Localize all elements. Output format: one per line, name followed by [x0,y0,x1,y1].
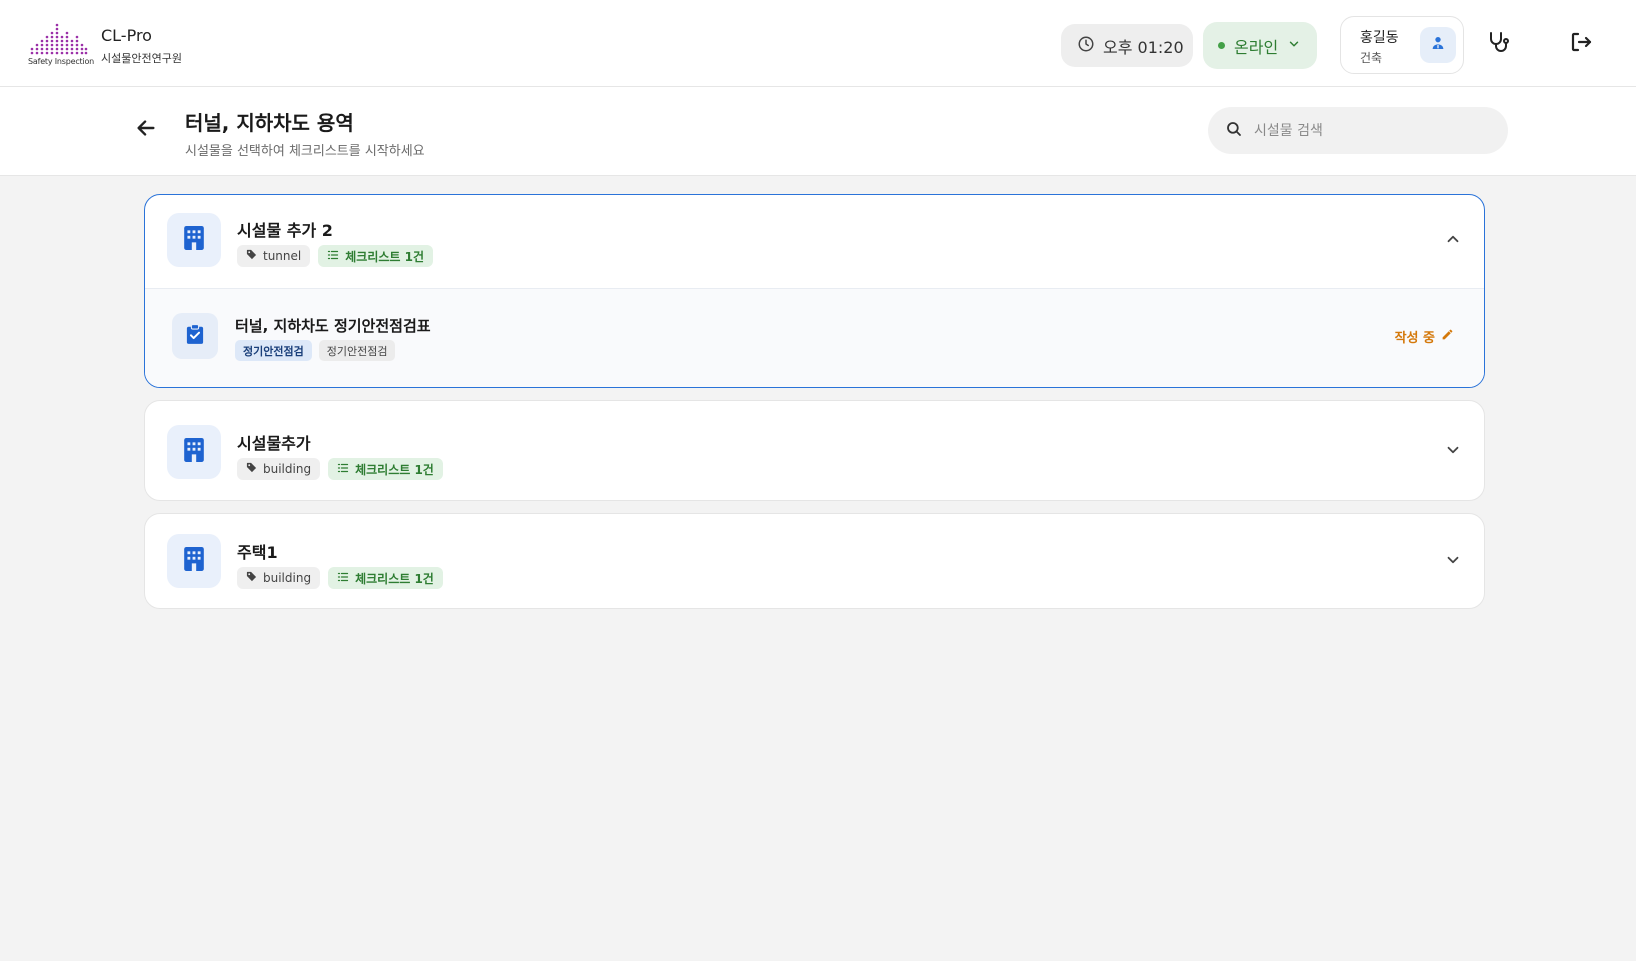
tag-icon [246,571,257,585]
collapse-toggle[interactable] [1440,228,1466,254]
chevron-down-icon [1444,441,1462,463]
org-name: 시설물안전연구원 [101,52,182,65]
top-bar: Safety Inspection CL-Pro 시설물안전연구원 오후 01:… [0,0,1636,87]
user-role: 건축 [1360,51,1383,65]
facility-icon-box [167,534,221,588]
building-icon [183,226,205,254]
logo-caption: Safety Inspection [28,57,95,66]
clipboard-check-icon [186,324,204,348]
chevron-up-icon [1444,230,1462,252]
logo-graphic [30,23,88,55]
status-text: 작성 중 [1394,331,1435,346]
chevron-down-icon [1444,551,1462,573]
facility-type-text: tunnel [263,249,302,263]
facility-tags: tunnel 체크리스트 1건 [237,245,434,267]
connection-status-dropdown[interactable]: 온라인 [1203,22,1317,69]
time-text: 오후 01:20 [1103,37,1184,57]
checklist-title: 터널, 지하차도 정기안전점검표 [235,317,431,335]
checklist-count-badge: 체크리스트 1건 [318,245,434,267]
pencil-icon [1441,328,1454,345]
page-subtitle: 시설물을 선택하여 체크리스트를 시작하세요 [185,144,425,159]
app-name: CL-Pro [101,26,152,45]
checklist-count-text: 체크리스트 1건 [355,462,434,477]
page-title: 터널, 지하차도 용역 [185,111,354,135]
checklist-tags: 정기안전점검 정기안전점검 [235,340,396,361]
checklist-status: 작성 중 [1395,327,1454,346]
facility-card: 주택1 building 체크리스트 1건 [144,513,1485,609]
facility-icon-box [167,425,221,479]
page-header: 터널, 지하차도 용역 시설물을 선택하여 체크리스트를 시작하세요 [0,87,1636,176]
app-logo[interactable]: Safety Inspection [28,22,95,68]
facility-card: 시설물추가 building 체크리스트 1건 [144,400,1485,501]
facility-name: 주택1 [237,543,278,562]
facility-card-header[interactable]: 시설물 추가 2 tunnel 체크리스트 1건 [145,195,1484,288]
clock-icon [1077,35,1095,57]
facility-tags: building 체크리스트 1건 [237,567,443,589]
chevron-down-icon [1287,36,1301,55]
checklist-count-badge: 체크리스트 1건 [328,567,443,589]
online-dot [1218,42,1225,49]
facility-card-header[interactable]: 주택1 building 체크리스트 1건 [145,514,1484,610]
expand-toggle[interactable] [1440,549,1466,575]
facility-name: 시설물 추가 2 [237,221,333,240]
facility-type-badge: tunnel [237,245,311,267]
facility-card: 시설물 추가 2 tunnel 체크리스트 1건 터널, 지하차도 정기안전점검… [144,194,1485,388]
tag-icon [246,249,257,263]
arrow-left-icon [135,117,157,143]
checklist-count-badge: 체크리스트 1건 [328,458,443,480]
user-icon [1430,35,1446,55]
expand-toggle[interactable] [1440,439,1466,465]
facility-type-badge: building [237,567,321,589]
facility-icon-box [167,213,221,267]
building-icon [183,438,205,466]
list-icon [327,249,339,264]
facility-tags: building 체크리스트 1건 [237,458,443,480]
user-name: 홍길동 [1360,30,1399,46]
facility-type-text: building [263,571,312,585]
connection-status-text: 온라인 [1234,37,1279,57]
stethoscope-icon [1486,30,1510,58]
facility-name: 시설물추가 [237,434,311,453]
checklist-item[interactable]: 터널, 지하차도 정기안전점검표 정기안전점검 정기안전점검 작성 중 [145,288,1484,387]
building-icon [183,547,205,575]
checklist-icon-box [172,313,218,359]
list-icon [337,571,349,586]
facility-type-badge: building [237,458,321,480]
tag-icon [246,462,257,476]
facility-card-header[interactable]: 시설물추가 building 체크리스트 1건 [145,401,1484,502]
checklist-count-text: 체크리스트 1건 [345,249,425,264]
search-icon [1225,120,1243,142]
user-profile-button[interactable]: 홍길동 건축 [1340,16,1464,74]
time-display: 오후 01:20 [1061,24,1193,67]
checklist-count-text: 체크리스트 1건 [355,571,434,586]
facility-type-text: building [263,462,312,476]
search-box[interactable] [1208,107,1508,154]
list-icon [337,462,349,477]
diagnostics-button[interactable] [1482,28,1514,60]
avatar [1420,27,1456,63]
inspection-type-badge: 정기안전점검 [235,340,312,361]
back-button[interactable] [130,114,162,146]
logout-button[interactable] [1565,28,1597,60]
inspection-category-badge: 정기안전점검 [318,340,396,361]
logout-icon [1569,30,1593,58]
search-input[interactable] [1254,122,1484,139]
